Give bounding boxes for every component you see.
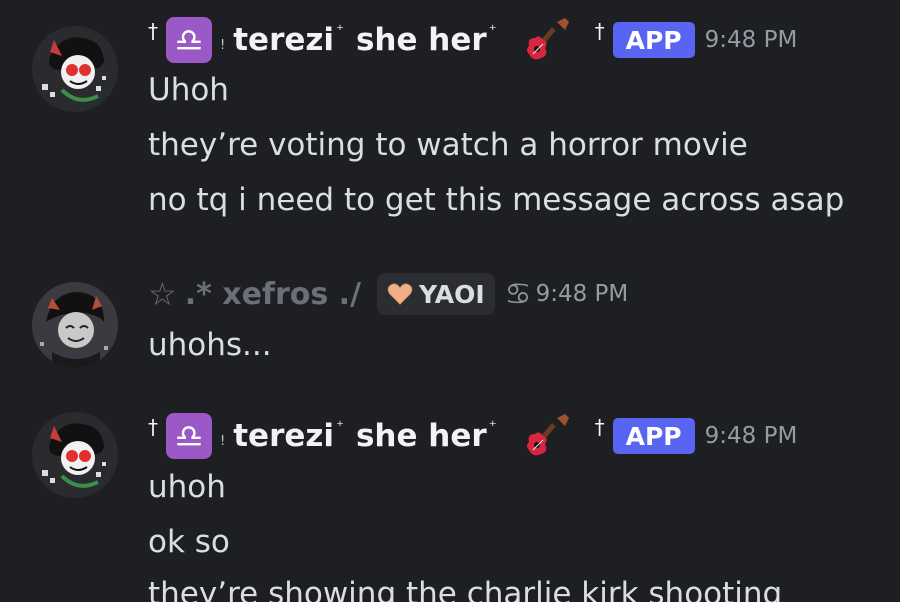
guitar-emoji-icon [526, 18, 569, 60]
message-text: Uhoh [148, 72, 229, 108]
name-mark: ⁺ [336, 21, 344, 39]
message-header: † ♎ ! terezi ⁺ she her ⁺ † APP 9:48 PM [148, 412, 797, 460]
message-text: they’re showing the charlie kirk shootin… [148, 576, 783, 602]
message-text: uhohs... [148, 327, 272, 363]
app-badge: APP [612, 22, 695, 58]
pronouns-text[interactable]: she her [356, 418, 487, 454]
username[interactable]: terezi [233, 418, 334, 454]
timestamp[interactable]: 9:48 PM [536, 281, 629, 307]
xefros-avatar-icon [32, 282, 118, 368]
star-icon: ☆ [148, 275, 177, 313]
pronouns-mark: ⁺ [488, 417, 497, 435]
message-text: no tq i need to get this message across … [148, 182, 845, 218]
terezi-avatar-icon [32, 412, 118, 498]
message-header: ☆ .* xefros ./ YAOI ♋ 9:48 PM [148, 270, 628, 318]
terezi-avatar-icon [32, 26, 118, 112]
username[interactable]: .* xefros ./ [185, 277, 361, 312]
separator-mark: ! [220, 37, 226, 53]
avatar[interactable] [32, 26, 118, 112]
server-tag[interactable]: YAOI [377, 273, 495, 315]
avatar[interactable] [32, 282, 118, 368]
username[interactable]: terezi [233, 22, 334, 58]
heart-icon [387, 283, 413, 305]
app-badge: APP [612, 418, 695, 454]
timestamp[interactable]: 9:48 PM [705, 27, 798, 53]
pronouns-mark: ⁺ [488, 21, 497, 39]
message-text: ok so [148, 524, 230, 560]
message-text: they’re voting to watch a horror movie [148, 127, 748, 163]
mid-dagger-mark: † [594, 19, 605, 43]
dagger-mark: † [148, 19, 158, 43]
message-text: uhoh [148, 469, 226, 505]
cancer-icon: ♋ [504, 276, 532, 312]
message-header: † ♎ ! terezi ⁺ she her ⁺ † APP 9:48 PM [148, 16, 797, 64]
libra-icon: ♎ [166, 17, 212, 63]
server-tag-label: YAOI [419, 279, 485, 309]
mid-dagger-mark: † [594, 415, 605, 439]
avatar[interactable] [32, 412, 118, 498]
libra-icon: ♎ [166, 413, 212, 459]
dagger-mark: † [148, 415, 158, 439]
name-mark: ⁺ [336, 417, 344, 435]
guitar-emoji-icon [526, 414, 569, 456]
separator-mark: ! [220, 433, 226, 449]
pronouns-text[interactable]: she her [356, 22, 487, 58]
timestamp[interactable]: 9:48 PM [705, 423, 798, 449]
chat-messages: † ♎ ! terezi ⁺ she her ⁺ † APP 9:48 PM U… [0, 0, 900, 602]
